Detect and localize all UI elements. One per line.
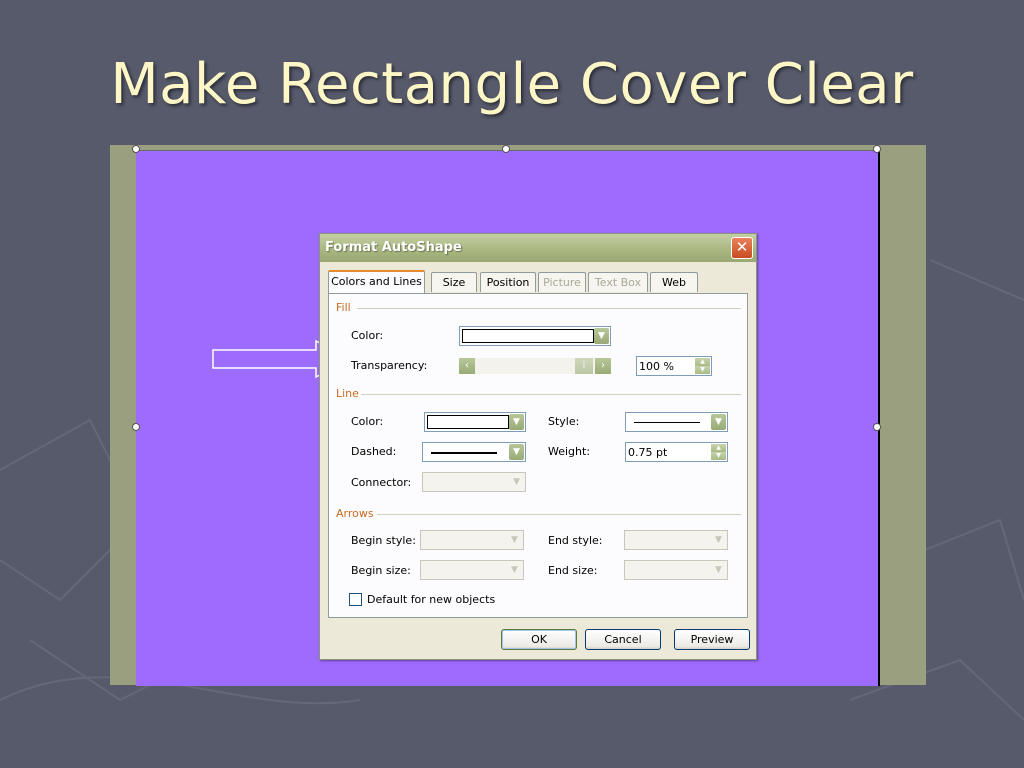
chevron-down-icon[interactable]: ▼ bbox=[594, 328, 609, 344]
fill-color-swatch bbox=[462, 329, 594, 343]
arrows-section-label: Arrows bbox=[336, 507, 374, 520]
dash-preview bbox=[431, 452, 497, 454]
end-size-dropdown[interactable]: ▼ bbox=[624, 560, 728, 580]
close-icon: ✕ bbox=[735, 238, 749, 256]
fill-section-label: Fill bbox=[336, 301, 351, 314]
chevron-down-icon[interactable]: ▼ bbox=[509, 444, 524, 460]
end-style-label: End style: bbox=[548, 534, 603, 547]
chevron-down-icon[interactable]: ▼ bbox=[509, 474, 524, 490]
begin-size-dropdown[interactable]: ▼ bbox=[420, 560, 524, 580]
slide-title: Make Rectangle Cover Clear bbox=[110, 52, 914, 117]
close-button[interactable]: ✕ bbox=[731, 237, 753, 259]
dashed-label: Dashed: bbox=[351, 445, 397, 458]
dashed-dropdown[interactable]: ▼ bbox=[422, 442, 526, 462]
begin-style-label: Begin style: bbox=[351, 534, 416, 547]
dialog-titlebar[interactable]: Format AutoShape ✕ bbox=[320, 234, 756, 262]
line-color-dropdown[interactable]: ▼ bbox=[424, 412, 526, 432]
weight-value: 0.75 pt bbox=[628, 446, 668, 459]
spin-down-icon[interactable]: ▼ bbox=[711, 452, 726, 460]
preview-button[interactable]: Preview bbox=[674, 629, 750, 650]
connector-dropdown[interactable]: ▼ bbox=[422, 472, 526, 492]
chevron-down-icon[interactable]: ▼ bbox=[711, 562, 726, 578]
arrows-divider bbox=[377, 514, 741, 515]
line-color-label: Color: bbox=[351, 415, 384, 428]
resize-handle-left[interactable] bbox=[132, 423, 140, 431]
tab-position[interactable]: Position bbox=[480, 272, 536, 292]
line-style-label: Style: bbox=[548, 415, 580, 428]
colors-and-lines-panel: Fill Color: ▼ Transparency: ‹ ⁞ › 100 % … bbox=[328, 293, 748, 618]
format-autoshape-dialog: Format AutoShape ✕ Colors and Lines Size… bbox=[319, 233, 757, 660]
line-section-label: Line bbox=[336, 387, 359, 400]
line-divider bbox=[361, 394, 741, 395]
dialog-title: Format AutoShape bbox=[325, 240, 462, 255]
begin-style-dropdown[interactable]: ▼ bbox=[420, 530, 524, 550]
line-style-dropdown[interactable]: ▼ bbox=[625, 412, 728, 432]
transparency-slider[interactable]: ‹ ⁞ › bbox=[459, 358, 611, 374]
spin-down-icon[interactable]: ▼ bbox=[695, 366, 710, 374]
tab-text-box[interactable]: Text Box bbox=[588, 272, 648, 292]
line-style-preview bbox=[634, 422, 700, 423]
chevron-left-icon[interactable]: ‹ bbox=[459, 358, 475, 374]
transparency-value: 100 % bbox=[639, 360, 674, 373]
resize-handle-top[interactable] bbox=[502, 145, 510, 153]
fill-divider bbox=[357, 308, 741, 309]
chevron-right-icon[interactable]: › bbox=[595, 358, 611, 374]
chevron-down-icon[interactable]: ▼ bbox=[507, 562, 522, 578]
chevron-down-icon[interactable]: ▼ bbox=[711, 532, 726, 548]
default-for-new-objects-checkbox[interactable] bbox=[349, 593, 362, 606]
resize-handle-right[interactable] bbox=[873, 423, 881, 431]
chevron-down-icon[interactable]: ▼ bbox=[509, 414, 524, 430]
connector-label: Connector: bbox=[351, 476, 412, 489]
weight-label: Weight: bbox=[548, 445, 591, 458]
slider-thumb[interactable]: ⁞ bbox=[575, 358, 593, 374]
default-for-new-objects-label: Default for new objects bbox=[367, 593, 496, 606]
line-color-swatch bbox=[427, 415, 509, 429]
cancel-button[interactable]: Cancel bbox=[585, 629, 661, 650]
tab-web[interactable]: Web bbox=[650, 272, 698, 292]
tab-colors-and-lines[interactable]: Colors and Lines bbox=[328, 270, 425, 293]
fill-color-dropdown[interactable]: ▼ bbox=[459, 326, 611, 346]
spin-up-icon[interactable]: ▲ bbox=[695, 358, 710, 366]
weight-spinner[interactable]: 0.75 pt ▲ ▼ bbox=[625, 442, 728, 462]
begin-size-label: Begin size: bbox=[351, 564, 411, 577]
chevron-down-icon[interactable]: ▼ bbox=[711, 414, 726, 430]
resize-handle-top-right[interactable] bbox=[873, 145, 881, 153]
end-style-dropdown[interactable]: ▼ bbox=[624, 530, 728, 550]
ok-button[interactable]: OK bbox=[501, 629, 577, 650]
spin-up-icon[interactable]: ▲ bbox=[711, 444, 726, 452]
tab-picture[interactable]: Picture bbox=[538, 272, 586, 292]
transparency-label: Transparency: bbox=[351, 359, 428, 372]
end-size-label: End size: bbox=[548, 564, 598, 577]
chevron-down-icon[interactable]: ▼ bbox=[507, 532, 522, 548]
resize-handle-top-left[interactable] bbox=[132, 145, 140, 153]
tab-size[interactable]: Size bbox=[431, 272, 477, 292]
transparency-spinner[interactable]: 100 % ▲ ▼ bbox=[636, 356, 712, 376]
fill-color-label: Color: bbox=[351, 329, 384, 342]
